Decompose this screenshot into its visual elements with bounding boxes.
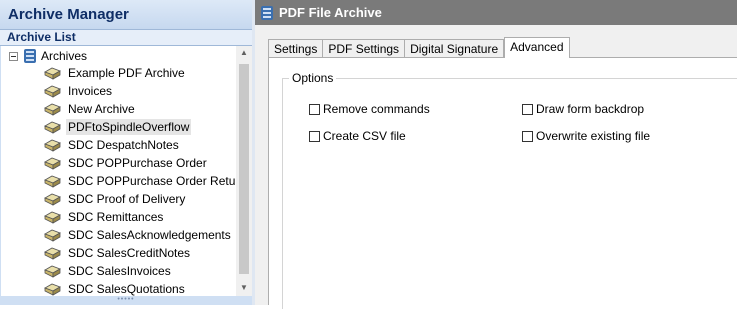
splitter-grip[interactable]: ••••• (0, 296, 252, 305)
collapse-toggle-icon[interactable] (9, 51, 18, 61)
archive-box-icon (44, 85, 61, 98)
archive-box-icon (44, 283, 61, 296)
archive-box-icon (44, 175, 61, 188)
tree-item-sdc-despatchnotes[interactable]: SDC DespatchNotes (43, 136, 181, 154)
tree-item-label: SDC Remittances (68, 210, 164, 224)
tree-item-sdc-poppurchase-order[interactable]: SDC POPPurchase Order (43, 154, 209, 172)
tree-item-label: SDC SalesCreditNotes (68, 246, 191, 260)
tree-item-sdc-salesacknowledgements[interactable]: SDC SalesAcknowledgements (43, 226, 233, 244)
scrollbar-thumb[interactable] (239, 64, 249, 274)
tree-item-sdc-proof-of-delivery[interactable]: SDC Proof of Delivery (43, 190, 187, 208)
database-icon (261, 5, 273, 20)
tree-item-sdc-salesquotations[interactable]: SDC SalesQuotations (43, 280, 187, 296)
tree-item-label: Invoices (68, 84, 113, 98)
tab-pdf-settings[interactable]: PDF Settings (322, 39, 406, 58)
checkbox-label: Remove commands (323, 102, 430, 116)
archive-box-icon (44, 193, 61, 206)
tree-item-label: SDC POPPurchase Order (68, 156, 207, 170)
options-groupbox: Options Remove commands Create CSV file … (282, 71, 737, 309)
checkbox-box[interactable] (522, 130, 533, 142)
archive-box-icon (44, 67, 61, 80)
tab-settings[interactable]: Settings (268, 39, 324, 58)
archive-box-icon (44, 229, 61, 242)
archive-box-icon (44, 121, 61, 134)
archive-detail-pane: PDF File Archive Settings PDF Settings D… (255, 0, 737, 309)
checkbox-box[interactable] (309, 103, 320, 115)
tree-item-invoices[interactable]: Invoices (43, 82, 114, 100)
tab-advanced[interactable]: Advanced (504, 37, 570, 58)
scroll-up-arrow-icon[interactable]: ▲ (240, 48, 248, 57)
document-title: PDF File Archive (279, 5, 382, 20)
app-title: Archive Manager (0, 0, 252, 30)
archive-list-pane: Archive Manager Archive List Archives Ex… (0, 0, 252, 305)
tab-digital-signature[interactable]: Digital Signature (404, 39, 505, 58)
archive-box-icon (44, 211, 61, 224)
tree-item-label: SDC Proof of Delivery (68, 192, 186, 206)
tree-item-label: SDC SalesAcknowledgements (68, 228, 231, 242)
archive-box-icon (44, 265, 61, 278)
checkbox-box[interactable] (522, 103, 533, 115)
tree-item-sdc-remittances[interactable]: SDC Remittances (43, 208, 165, 226)
checkbox-label: Overwrite existing file (536, 129, 651, 143)
archive-box-icon (44, 103, 61, 116)
tab-strip: Settings PDF Settings Digital Signature … (268, 37, 570, 58)
tree-item-label: SDC SalesInvoices (68, 264, 171, 278)
checkbox-label: Draw form backdrop (536, 102, 645, 116)
tree-scrollbar[interactable]: ▲ ▼ (236, 46, 252, 296)
advanced-tab-panel: Options Remove commands Create CSV file … (268, 57, 737, 309)
database-icon (24, 49, 36, 63)
tree-item-label: SDC DespatchNotes (68, 138, 179, 152)
archive-box-icon (44, 157, 61, 170)
tree-item-label: SDC POPPurchase Order Return (68, 174, 236, 188)
archive-list-header: Archive List (0, 30, 252, 46)
scroll-down-arrow-icon[interactable]: ▼ (240, 283, 248, 292)
tree-item-label: SDC SalesQuotations (68, 282, 185, 296)
archive-tree[interactable]: Archives Example PDF Archive Invoices Ne… (1, 46, 236, 296)
document-header: PDF File Archive (255, 0, 737, 25)
tree-item-label: Example PDF Archive (68, 66, 185, 80)
tree-root-label: Archives (41, 49, 88, 63)
checkbox-box[interactable] (309, 130, 320, 142)
tree-item-pdftospindleoverflow[interactable]: PDFtoSpindleOverflow (43, 118, 192, 136)
checkbox-label: Create CSV file (323, 129, 406, 143)
archive-box-icon (44, 139, 61, 152)
tree-item-label: PDFtoSpindleOverflow (66, 119, 192, 135)
draw-form-backdrop-checkbox[interactable]: Draw form backdrop (522, 102, 644, 116)
tree-item-sdc-poppurchase-order-return[interactable]: SDC POPPurchase Order Return (43, 172, 236, 190)
tree-item-example-pdf-archive[interactable]: Example PDF Archive (43, 64, 187, 82)
remove-commands-checkbox[interactable]: Remove commands (309, 102, 430, 116)
create-csv-checkbox[interactable]: Create CSV file (309, 129, 406, 143)
options-group-label: Options (289, 71, 337, 85)
tree-item-label: New Archive (68, 102, 135, 116)
archive-box-icon (44, 247, 61, 260)
overwrite-existing-checkbox[interactable]: Overwrite existing file (522, 129, 650, 143)
tree-root-archives[interactable]: Archives (9, 47, 87, 65)
tree-item-new-archive[interactable]: New Archive (43, 100, 137, 118)
tree-item-sdc-salescreditnotes[interactable]: SDC SalesCreditNotes (43, 244, 192, 262)
tree-item-sdc-salesinvoices[interactable]: SDC SalesInvoices (43, 262, 173, 280)
